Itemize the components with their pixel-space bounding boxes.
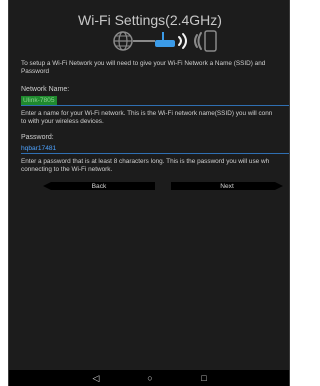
nav-back-icon[interactable]: ◁ <box>91 373 101 383</box>
nav-recents-icon[interactable]: □ <box>199 373 209 383</box>
network-name-field[interactable]: Ulink-7805 <box>21 96 289 106</box>
password-value[interactable]: hqbar17481 <box>21 144 56 153</box>
password-label: Password: <box>21 134 54 141</box>
app-window: Wi-Fi Settings(2.4GHz) To setup a Wi-Fi … <box>8 0 290 386</box>
network-name-value[interactable]: Ulink-7805 <box>21 96 57 105</box>
back-button[interactable]: Back <box>43 182 155 190</box>
network-name-label: Network Name: <box>21 86 70 93</box>
setup-illustration <box>113 30 217 52</box>
phone-icon <box>204 30 217 52</box>
router-icon <box>155 32 175 47</box>
next-button-label: Next <box>220 182 234 190</box>
network-name-help-line-2: to with your wireless devices. <box>21 118 104 125</box>
network-name-help-line-1: Enter a name for your Wi-Fi network. Thi… <box>21 110 273 117</box>
password-field[interactable]: hqbar17481 <box>21 144 289 154</box>
nav-home-icon[interactable]: ○ <box>145 373 155 383</box>
globe-icon <box>113 31 133 51</box>
intro-text-line-2: Password <box>21 68 50 75</box>
wifi-waves-icon <box>178 32 202 50</box>
intro-text-line-1: To setup a Wi-Fi Network you will need t… <box>21 60 266 67</box>
system-nav-bar: ◁ ○ □ <box>9 370 289 386</box>
back-button-label: Back <box>91 182 107 190</box>
next-button[interactable]: Next <box>171 182 283 190</box>
password-help-line-2: connecting to the Wi-Fi network. <box>21 166 113 173</box>
page-title: Wi-Fi Settings(2.4GHz) <box>78 12 222 28</box>
password-help-line-1: Enter a password that is at least 8 char… <box>21 158 270 165</box>
